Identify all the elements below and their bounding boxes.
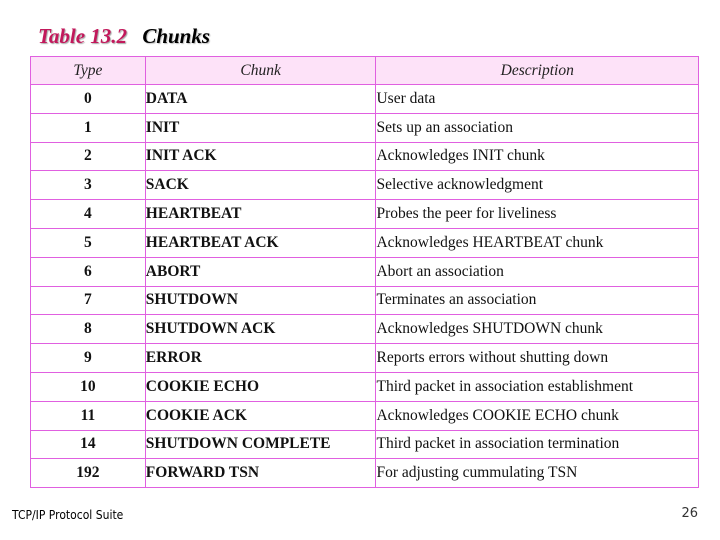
- type-cell: 8: [30, 314, 146, 345]
- chunk-cell: ABORT: [144, 256, 377, 287]
- description-cell: User data: [375, 84, 699, 114]
- description-cell: Acknowledges SHUTDOWN chunk: [375, 314, 699, 345]
- type-cell: 4: [30, 199, 146, 229]
- chunk-cell: COOKIE ECHO: [144, 371, 377, 402]
- table-row: 6 ABORT Abort an association: [30, 256, 699, 287]
- table-title: Table 13.2 Chunks: [38, 24, 210, 49]
- page-number: 26: [681, 506, 698, 521]
- chunk-cell: INIT: [144, 112, 377, 143]
- description-cell: Third packet in association establishmen…: [375, 371, 699, 402]
- chunk-cell: HEARTBEAT: [144, 199, 377, 229]
- description-cell: Acknowledges COOKIE ECHO chunk: [375, 400, 699, 431]
- type-cell: 10: [30, 371, 146, 402]
- chunk-cell: INIT ACK: [144, 141, 377, 172]
- table-row: 192 FORWARD TSN For adjusting cummulating …: [30, 458, 699, 489]
- table-row: 7 SHUTDOWN Terminates an association: [30, 285, 699, 316]
- table-row: 1 INIT Sets up an association: [30, 112, 699, 143]
- type-cell: 6: [30, 256, 146, 287]
- description-cell: Acknowledges HEARTBEAT chunk: [375, 227, 699, 258]
- chunk-cell: DATA: [144, 84, 377, 114]
- table-row: 9 ERROR Reports errors without shutting do…: [30, 343, 699, 373]
- table-row: 11 COOKIE ACK Acknowledges COOKIE ECHO chu…: [30, 400, 699, 431]
- description-cell: For adjusting cummulating TSN: [375, 458, 699, 489]
- chunk-cell: SACK: [144, 170, 377, 201]
- type-cell: 2: [30, 141, 146, 172]
- header-row: Type Chunk Description: [30, 56, 699, 85]
- description-cell: Abort an association: [375, 256, 699, 287]
- chunk-cell: SHUTDOWN ACK: [144, 314, 377, 345]
- footer-title: TCP/IP Protocol Suite: [12, 508, 124, 522]
- description-cell: Selective acknowledgment: [375, 170, 699, 201]
- table-row: 8 SHUTDOWN ACK Acknowledges SHUTDOWN chunk: [30, 314, 699, 345]
- chunk-cell: COOKIE ACK: [144, 400, 377, 431]
- description-cell: Terminates an association: [375, 285, 699, 316]
- description-cell: Third packet in association termination: [375, 429, 699, 460]
- header-type: Type: [30, 56, 146, 85]
- chunk-cell: SHUTDOWN: [144, 285, 377, 316]
- type-cell: 0: [30, 84, 146, 114]
- chunk-cell: ERROR: [144, 343, 377, 373]
- chunk-cell: HEARTBEAT ACK: [144, 227, 377, 258]
- table-row: 3 SACK Selective acknowledgment: [30, 170, 699, 201]
- table-row: 2 INIT ACK Acknowledges INIT chunk: [30, 141, 699, 172]
- type-cell: 1: [30, 112, 146, 143]
- type-cell: 5: [30, 227, 146, 258]
- table-number: Table 13.2: [38, 24, 128, 48]
- description-cell: Sets up an association: [375, 112, 699, 143]
- header-chunk: Chunk: [144, 56, 377, 85]
- type-cell: 11: [30, 400, 146, 431]
- type-cell: 14: [30, 429, 146, 460]
- table-row: 4 HEARTBEAT Probes the peer for liveliness: [30, 199, 699, 229]
- type-cell: 3: [30, 170, 146, 201]
- type-cell: 192: [30, 458, 146, 489]
- chunks-table: Type Chunk Description 0 DATA User data 1 IN…: [30, 56, 699, 489]
- chunk-cell: FORWARD TSN: [144, 458, 377, 489]
- description-cell: Reports errors without shutting down: [375, 343, 699, 373]
- table-row: 14 SHUTDOWN COMPLETE Third packet in assoc…: [30, 429, 699, 460]
- table-row: 10 COOKIE ECHO Third packet in association…: [30, 371, 699, 402]
- chunk-cell: SHUTDOWN COMPLETE: [144, 429, 377, 460]
- type-cell: 9: [30, 343, 146, 373]
- type-cell: 7: [30, 285, 146, 316]
- table-row: 5 HEARTBEAT ACK Acknowledges HEARTBEAT chu…: [30, 227, 699, 258]
- description-cell: Probes the peer for liveliness: [375, 199, 699, 229]
- table-row: 0 DATA User data: [30, 84, 699, 114]
- header-description: Description: [375, 56, 699, 85]
- table-name: Chunks: [142, 24, 211, 48]
- description-cell: Acknowledges INIT chunk: [375, 141, 699, 172]
